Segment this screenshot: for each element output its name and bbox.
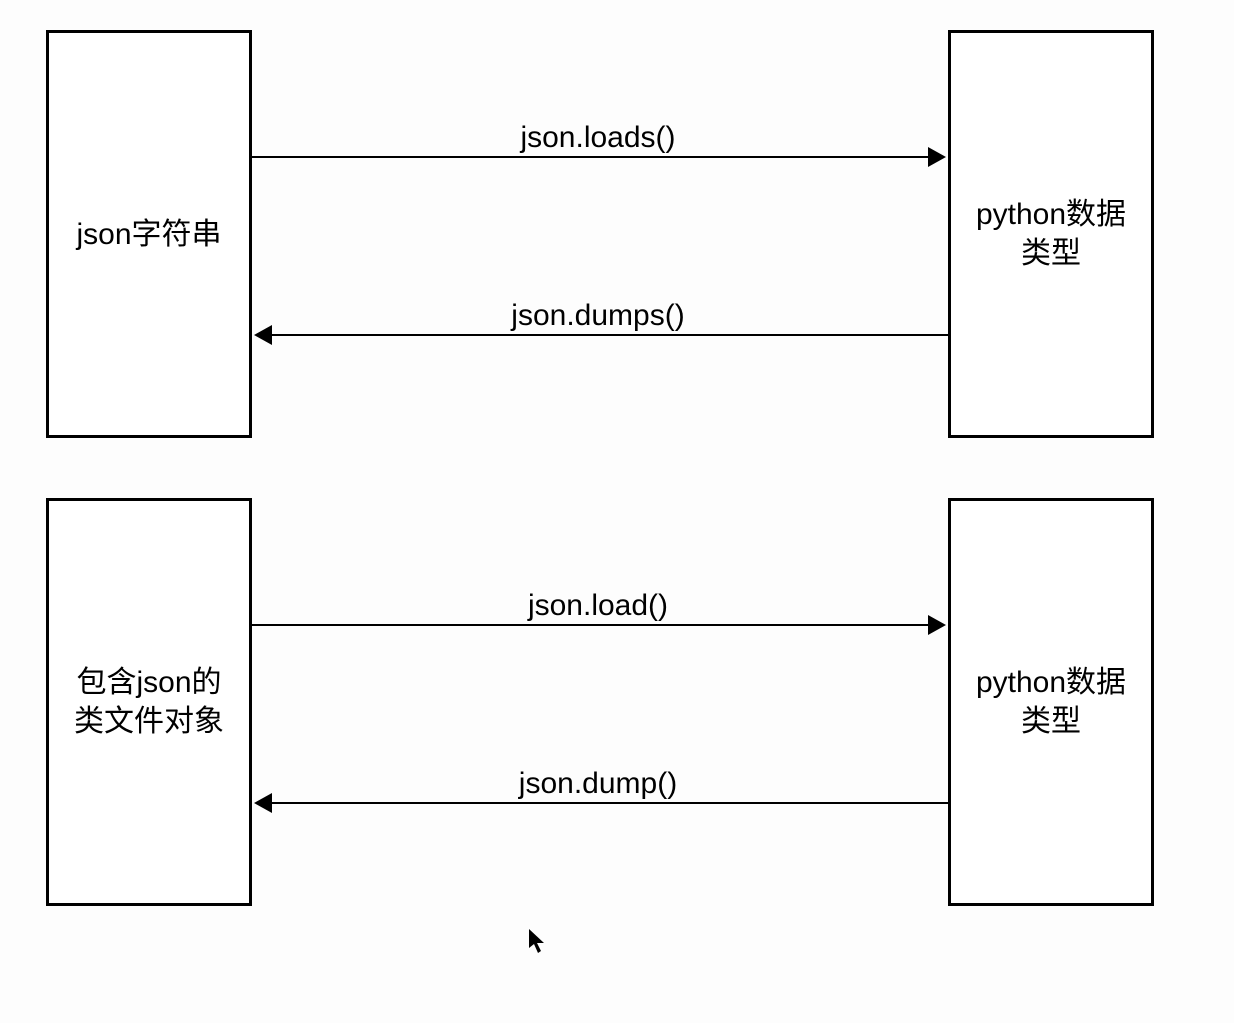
box-label: python数据类型 [976, 663, 1126, 741]
box-python-type-bottom: python数据类型 [948, 498, 1154, 906]
arrowhead-left-icon [254, 325, 272, 345]
arrowhead-left-icon [254, 793, 272, 813]
box-json-string: json字符串 [46, 30, 252, 438]
box-label: 包含json的类文件对象 [74, 663, 224, 741]
arrow-label-loads: json.loads() [516, 121, 679, 155]
arrow-line-load [252, 624, 928, 626]
arrow-label-dumps: json.dumps() [507, 299, 688, 333]
box-json-file-object: 包含json的类文件对象 [46, 498, 252, 906]
arrow-line-dump [272, 802, 948, 804]
arrow-label-load: json.load() [524, 589, 672, 623]
arrowhead-right-icon [928, 615, 946, 635]
cursor-icon [528, 928, 546, 960]
arrow-line-loads [252, 156, 928, 158]
arrow-line-dumps [272, 334, 948, 336]
box-label: json字符串 [76, 215, 221, 254]
box-python-type-top: python数据类型 [948, 30, 1154, 438]
box-label: python数据类型 [976, 195, 1126, 273]
arrowhead-right-icon [928, 147, 946, 167]
arrow-label-dump: json.dump() [515, 767, 681, 801]
